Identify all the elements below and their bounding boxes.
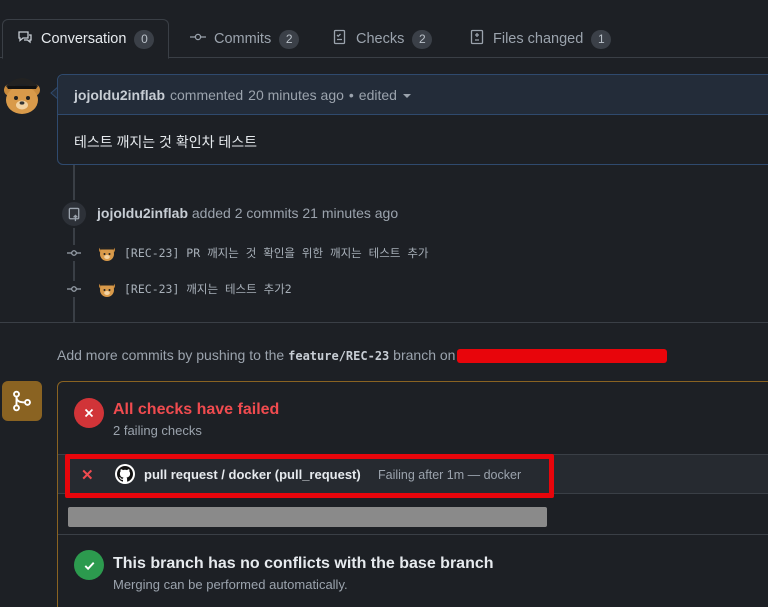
merge-status-title: This branch has no conflicts with the ba… [113,555,494,572]
push-hint: Add more commits by pushing to the featu… [57,347,668,364]
tab-counter: 1 [591,29,612,49]
conversation-icon [17,29,33,49]
tab-conversation[interactable]: Conversation 0 [2,19,170,59]
redacted-bar [68,507,547,527]
avatar[interactable] [98,244,116,262]
failure-icon [74,398,104,428]
commit-message[interactable]: [REC-23] PR 깨지는 것 확인을 위한 깨지는 테스트 추가 [124,245,428,261]
timeline-divider [0,322,768,323]
edited-dropdown[interactable]: edited [359,87,411,103]
comment-header: jojoldu2inflab commented 20 minutes ago … [58,75,768,115]
commit-icon [66,281,82,297]
tab-files-changed[interactable]: Files changed 1 [455,19,625,59]
push-event: jojoldu2inflab added 2 commits 21 minute… [97,205,398,221]
tab-label: Conversation [41,31,127,47]
comment-separator: • [348,86,354,103]
comment-author[interactable]: jojoldu2inflab [74,87,165,103]
redacted-block [457,349,668,364]
tab-counter: 2 [412,29,433,49]
tab-label: Files changed [493,31,584,47]
edited-label: edited [358,86,397,103]
tab-counter: 2 [279,29,300,49]
tab-commits[interactable]: Commits 2 [176,19,313,59]
tab-label: Checks [356,31,405,47]
commit-icon [190,29,206,49]
pr-tab-bar: Conversation 0 Commits 2 Checks 2 Files … [0,0,768,59]
comment-time[interactable]: 20 minutes ago [248,87,344,103]
commit-icon [66,245,82,261]
tab-checks[interactable]: Checks 2 [318,19,446,59]
hint-suffix: branch on [393,347,456,363]
tab-counter: 0 [134,29,155,49]
commit-item[interactable]: [REC-23] 깨지는 테스트 추가2 [66,278,292,300]
repo-push-icon [60,200,88,228]
checklist-icon [332,29,348,49]
tab-label: Commits [214,31,272,47]
branch-name[interactable]: feature/REC-23 [288,349,389,363]
avatar[interactable] [2,72,42,116]
merge-status-subtitle: Merging can be performed automatically. [113,577,348,592]
comment-body: 테스트 깨지는 것 확인차 테스트 [74,134,257,150]
commit-message[interactable]: [REC-23] 깨지는 테스트 추가2 [124,281,292,297]
avatar[interactable] [98,280,116,298]
check-icon [74,550,104,580]
chevron-down-icon [402,93,411,98]
push-author[interactable]: jojoldu2inflab [97,205,188,221]
merge-divider [58,534,768,535]
comment-action: commented [170,86,244,103]
checks-subtitle: 2 failing checks [113,423,202,438]
file-diff-icon [469,29,485,49]
merge-box: All checks have failed 2 failing checks … [57,381,768,607]
commit-item[interactable]: [REC-23] PR 깨지는 것 확인을 위한 깨지는 테스트 추가 [66,242,428,264]
git-merge-icon [2,381,42,421]
push-description: added 2 commits 21 minutes ago [191,205,399,221]
checks-title: All checks have failed [113,401,280,418]
hint-prefix: Add more commits by pushing to the [57,347,285,363]
comment-box: jojoldu2inflab commented 20 minutes ago … [57,74,768,165]
annotation-highlight [65,454,554,498]
